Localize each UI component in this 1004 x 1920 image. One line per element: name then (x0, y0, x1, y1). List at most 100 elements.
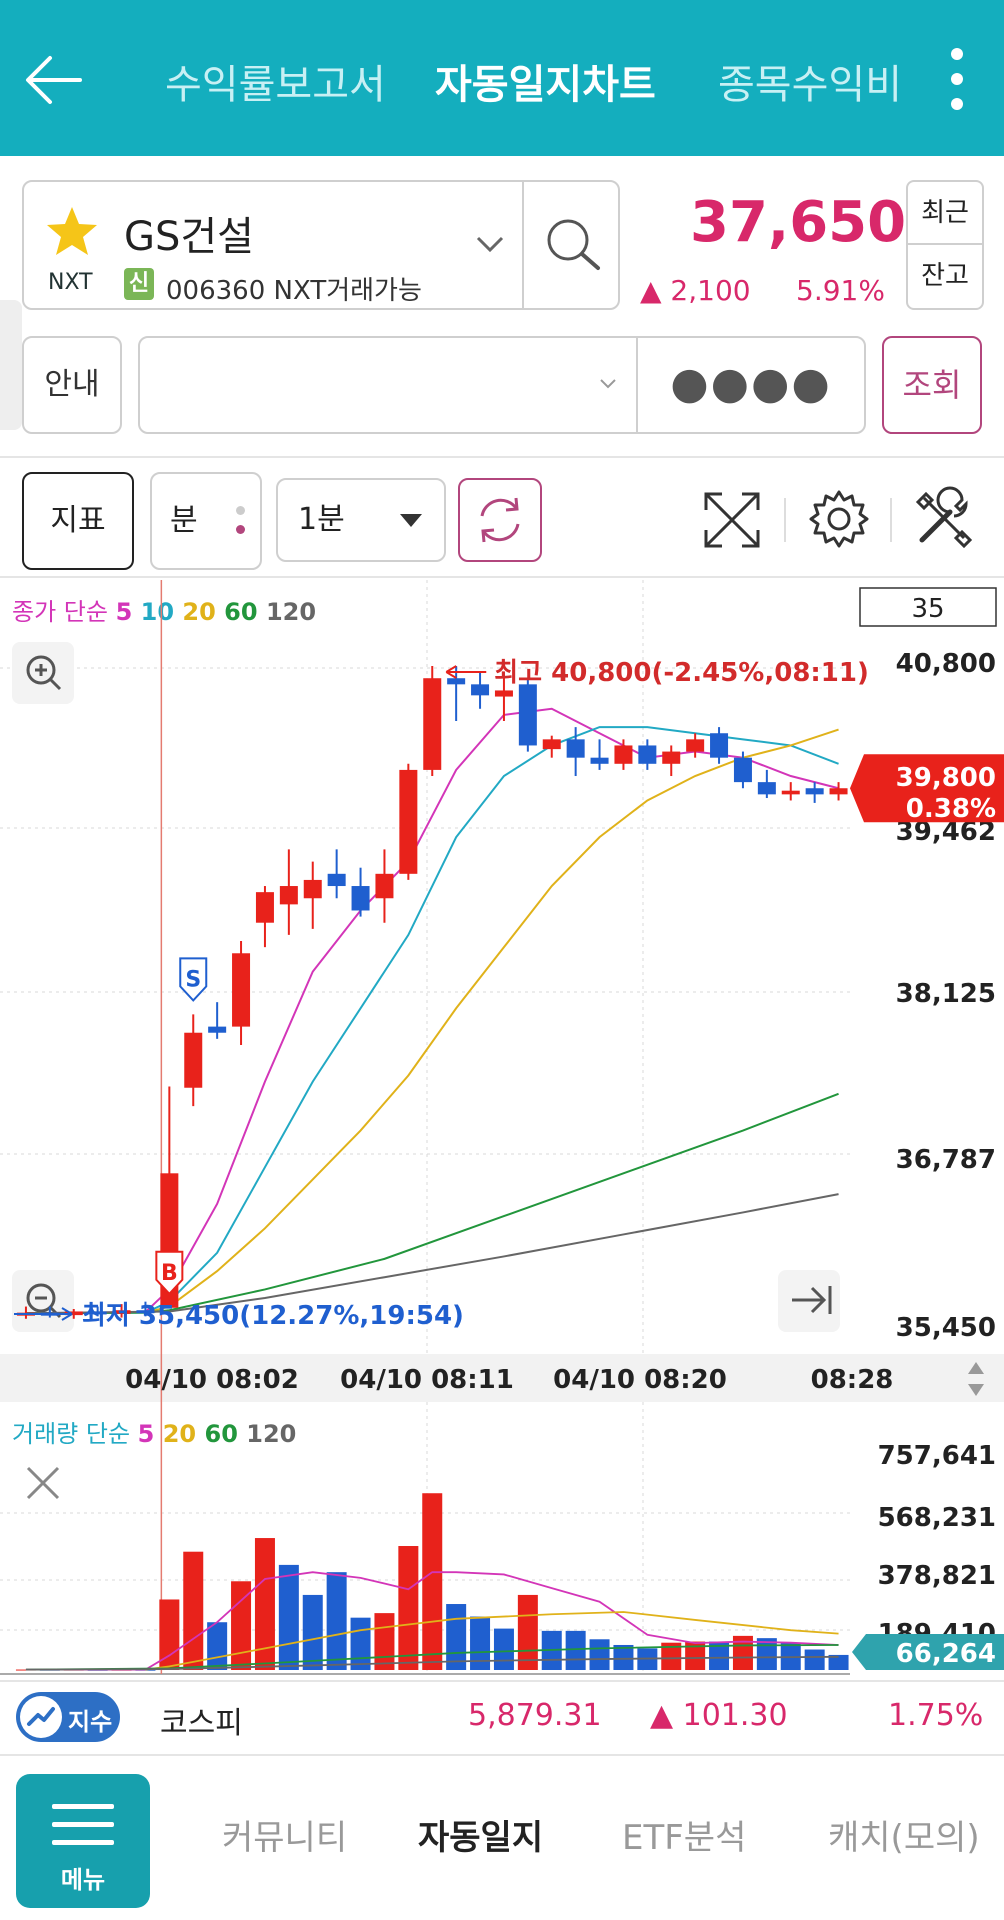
candle-body (184, 1032, 203, 1088)
low-label: 최저 35,450(12.27%,19:54) (82, 1301, 464, 1331)
fullscreen-icon[interactable] (700, 488, 764, 552)
side-drawer-handle[interactable] (0, 300, 22, 430)
candle-body (781, 790, 800, 795)
tab-auto-journal-chart[interactable]: 자동일지차트 (435, 52, 656, 110)
candle-body (423, 678, 442, 770)
index-change: ▲ 101.30 (650, 1698, 788, 1733)
nav-tab-catch-mock[interactable]: 캐치(모의) (828, 1810, 980, 1859)
price-legend-ma60: 60 (224, 598, 266, 626)
refresh-button[interactable] (458, 478, 542, 562)
volume-bar (804, 1649, 825, 1670)
time-axis-tick: 04/10 08:02 (125, 1365, 299, 1395)
chevron-down-icon[interactable] (472, 232, 508, 256)
info-button[interactable]: 안내 (22, 336, 122, 434)
menu-button[interactable]: 메뉴 (16, 1774, 150, 1908)
candle-body (733, 757, 752, 783)
high-label: 최고 40,800(-2.45%,08:11) (494, 658, 869, 688)
volume-legend-prefix: 거래량 단순 (12, 1420, 138, 1448)
market-tag: NXT (48, 270, 93, 295)
stock-code-info: 006360 NXT거래가능 (166, 276, 422, 306)
time-axis-tick: 04/10 08:20 (553, 1365, 727, 1395)
price-legend-ma120: 120 (266, 598, 316, 626)
toolbar-divider (784, 498, 786, 542)
candle-body (303, 879, 322, 899)
period-type-label: 분 (170, 503, 198, 538)
index-badge-label: 지수 (68, 1708, 113, 1736)
stock-name: GS건설 (124, 214, 254, 260)
tab-return-report[interactable]: 수익률보고서 (165, 52, 386, 110)
volume-axis-tick: 757,641 (878, 1441, 996, 1471)
market-index-bar[interactable]: 지수 코스피 5,879.31 ▲ 101.30 1.75% (0, 1680, 1004, 1752)
search-button[interactable] (522, 182, 620, 308)
price-legend-ma5: 5 (116, 598, 141, 626)
volume-legend-ma120: 120 (246, 1420, 296, 1448)
volume-bar (207, 1622, 228, 1670)
volume-bar (422, 1493, 443, 1670)
volume-bar (493, 1628, 514, 1670)
zoom-in-button (12, 642, 74, 704)
chart-area[interactable]: 종가 단순 5 10 20 60 120 35 B S 최고 40,800(-2.45… (0, 580, 1004, 1682)
dropdown-arrow-icon (400, 514, 422, 527)
candle-body (447, 678, 466, 685)
candle-body (542, 739, 561, 750)
price-axis-background (850, 580, 1004, 1354)
bottom-navigation: 메뉴 커뮤니티 자동일지 ETF분석 캐치(모의) (0, 1754, 1004, 1920)
candle-body (638, 745, 657, 764)
more-options-icon[interactable] (945, 48, 969, 114)
side-button-group: 최근 잔고 (906, 180, 984, 310)
current-price: 37,650 (690, 190, 907, 255)
candle-body (471, 684, 490, 696)
tab-stock-return-compare[interactable]: 종목수익비 (718, 52, 902, 110)
nav-tab-community[interactable]: 커뮤니티 (222, 1810, 347, 1859)
volume-bar (302, 1594, 323, 1670)
stock-selector[interactable]: NXT GS건설 신 006360 NXT거래가능 (22, 180, 620, 310)
back-arrow-icon[interactable] (20, 40, 100, 120)
hamburger-icon (52, 1804, 114, 1848)
candle-body (710, 733, 729, 758)
volume-legend-ma60: 60 (205, 1420, 247, 1448)
search-icon (547, 219, 600, 270)
candle-body (805, 788, 824, 795)
favorite-star-icon[interactable] (44, 204, 100, 260)
tools-icon[interactable] (910, 486, 976, 552)
index-name: 코스피 (160, 1706, 243, 1741)
zoom-out-button (12, 1270, 74, 1332)
volume-bar (350, 1617, 371, 1670)
price-axis-tick: 40,800 (896, 649, 996, 679)
candle-body (686, 739, 705, 752)
balance-button[interactable]: 잔고 (908, 245, 982, 308)
interval-select[interactable]: 1분 (276, 478, 446, 562)
candle-body (614, 745, 633, 764)
trade-marker-label: B (161, 1261, 178, 1286)
nav-tab-etf-analysis[interactable]: ETF분석 (622, 1810, 746, 1859)
trend-up-icon (20, 1696, 62, 1738)
period-type-button[interactable]: 분 (150, 472, 262, 570)
price-axis-tick: 36,787 (896, 1145, 996, 1175)
recent-button[interactable]: 최근 (908, 182, 982, 245)
price-change: ▲ 2,100 (640, 274, 751, 307)
index-badge[interactable]: 지수 (16, 1692, 120, 1742)
candle-body (255, 892, 274, 923)
candle-body (590, 757, 609, 764)
candle-body (327, 873, 346, 887)
volume-bar (517, 1594, 538, 1670)
chart-canvas[interactable]: 종가 단순 5 10 20 60 120 35 B S 최고 40,800(-2.45… (0, 580, 1004, 1682)
menu-label: 메뉴 (60, 1866, 106, 1894)
candle-body (829, 788, 848, 795)
refresh-icon (480, 497, 520, 543)
volume-bar (565, 1630, 586, 1670)
indicator-button[interactable]: 지표 (22, 472, 134, 570)
index-change-rate: 1.75% (888, 1698, 984, 1733)
price-axis-tick: 38,125 (896, 979, 996, 1009)
query-button[interactable]: 조회 (882, 336, 982, 434)
candle-body (208, 1026, 227, 1033)
volume-axis-tick: 568,231 (878, 1503, 996, 1533)
volume-bar (278, 1564, 299, 1670)
top-navigation-bar: 수익률보고서 자동일지차트 종목수익비 (0, 0, 1004, 156)
gear-icon[interactable] (806, 486, 872, 552)
volume-legend-ma5: 5 (138, 1420, 163, 1448)
account-select[interactable] (138, 336, 638, 434)
nav-tab-auto-journal[interactable]: 자동일지 (418, 1810, 543, 1859)
password-field[interactable]: ●●●● (636, 336, 866, 434)
current-price-value: 39,800 (896, 763, 996, 793)
